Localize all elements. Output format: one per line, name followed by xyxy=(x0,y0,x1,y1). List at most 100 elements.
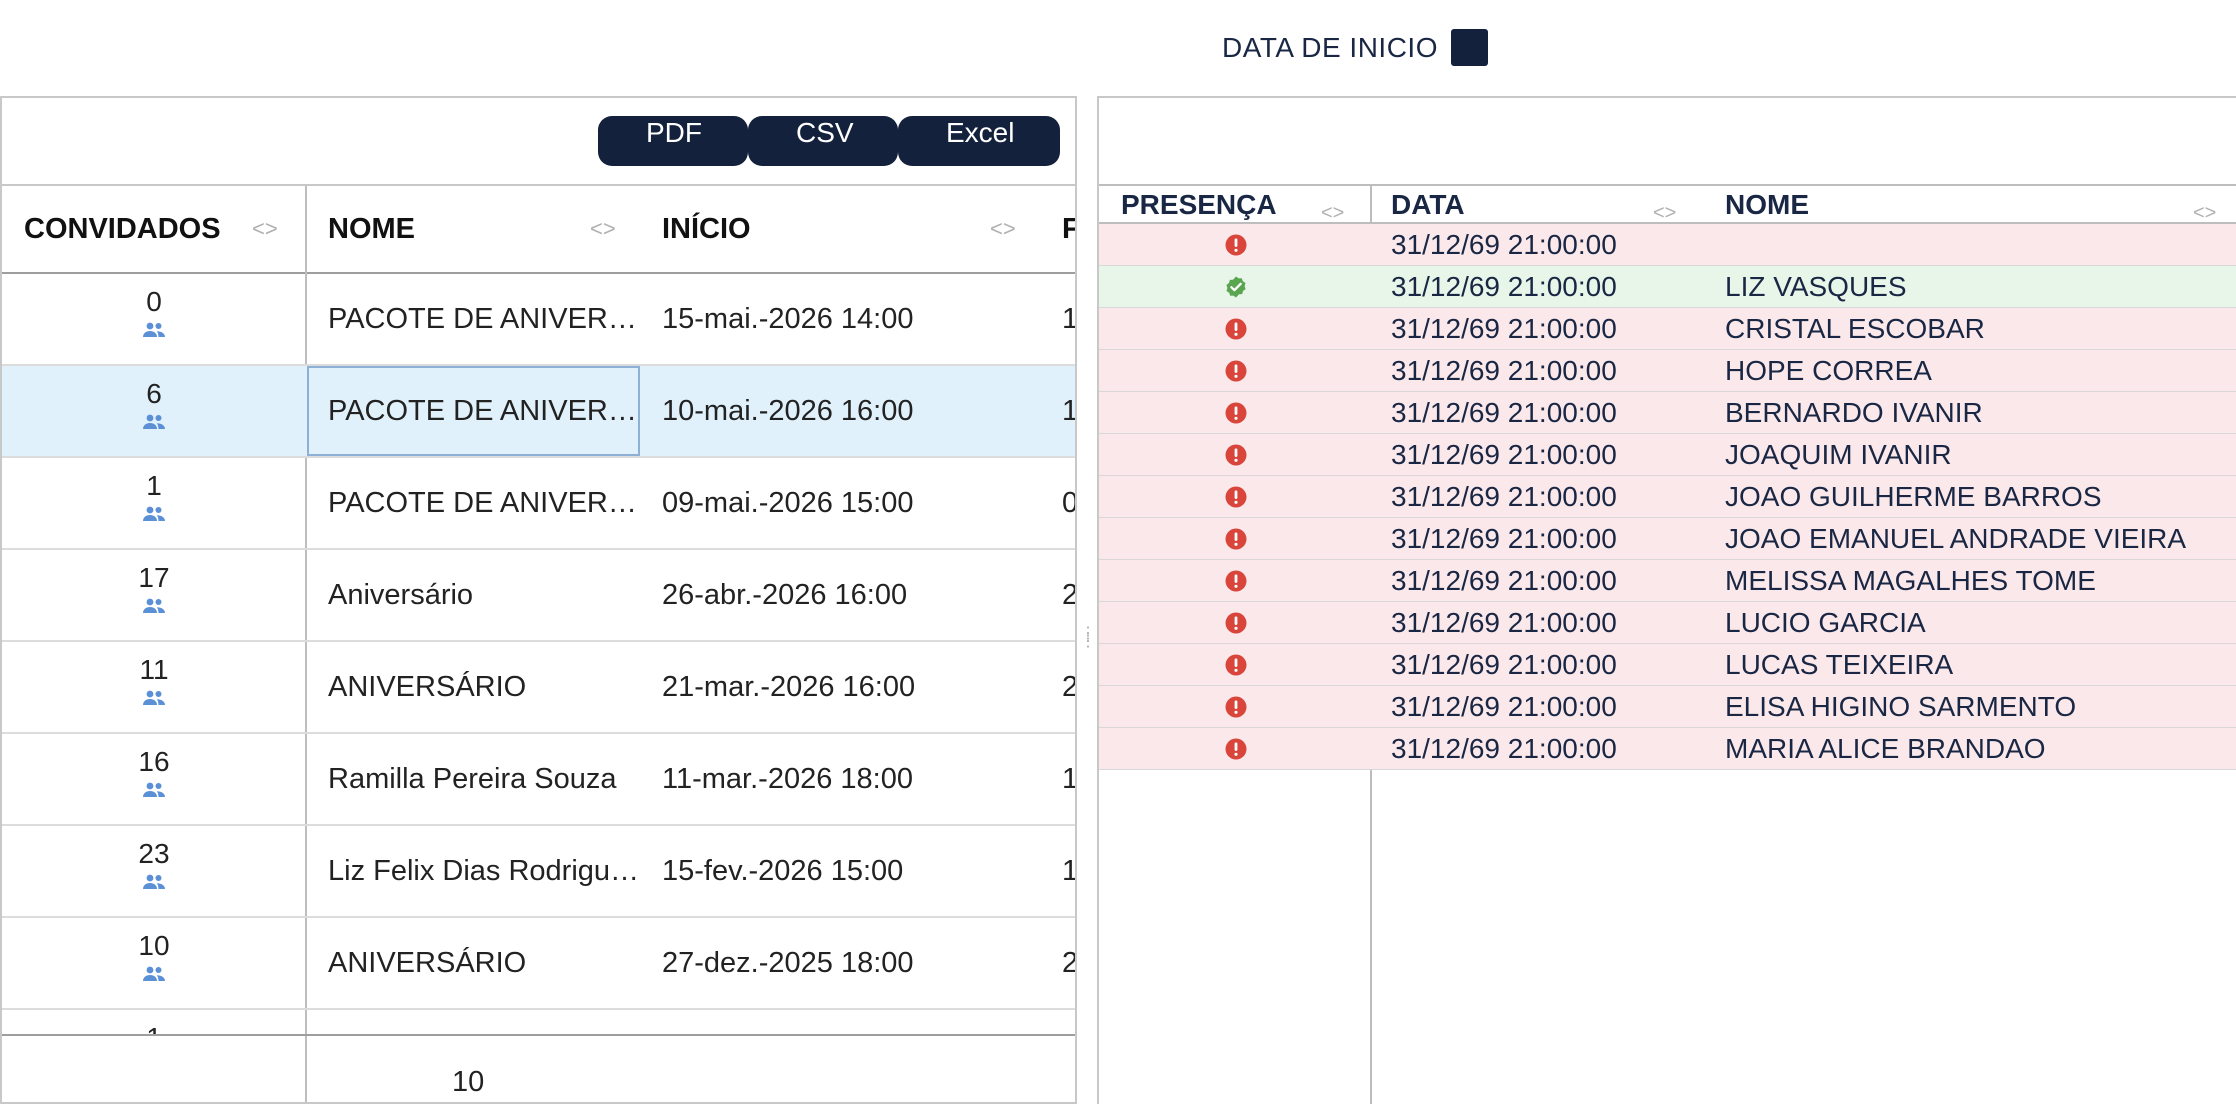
guest-name-cell[interactable]: LUCIO GARCIA xyxy=(1703,602,2236,643)
guest-count-cell[interactable]: 10 xyxy=(2,918,306,1010)
attendance-date-cell[interactable]: 31/12/69 21:00:00 xyxy=(1369,392,1703,433)
table-row[interactable]: 16 Ramilla Pereira Souza 11-mar.-2026 18:0… xyxy=(2,734,1075,826)
guest-name-cell[interactable]: ELISA HIGINO SARMENTO xyxy=(1703,686,2236,727)
guest-count-cell[interactable]: 0 xyxy=(2,274,306,366)
event-start-cell[interactable]: 15-fev.-2026 15:00 xyxy=(640,826,1060,916)
attendance-row[interactable]: 31/12/69 21:00:00 JOAQUIM IVANIR xyxy=(1099,434,2236,476)
event-end-cell[interactable]: 1 xyxy=(1060,826,1075,916)
attendance-date-cell[interactable]: 31/12/69 21:00:00 xyxy=(1369,560,1703,601)
table-row[interactable]: 17 Aniversário 26-abr.-2026 16:00 2 xyxy=(2,550,1075,642)
guest-name-cell[interactable]: MARIA ALICE BRANDAO xyxy=(1703,728,2236,769)
event-name-cell[interactable]: PACOTE DE ANIVERSÁRIO xyxy=(306,458,640,548)
table-row[interactable]: 0 PACOTE DE ANIVERSÁRIO15-mai.-2026 14:00… xyxy=(2,274,1075,366)
guest-count-cell[interactable]: 16 xyxy=(2,734,306,826)
table-row[interactable]: 10 ANIVERSÁRIO 27-dez.-2025 18:00 2 xyxy=(2,918,1075,1010)
attendance-row[interactable]: 31/12/69 21:00:00 LIZ VASQUES xyxy=(1099,266,2236,308)
event-name-cell[interactable]: Aniversário xyxy=(306,550,640,640)
export-pdf-button[interactable]: PDF xyxy=(598,116,748,166)
guest-name-cell[interactable] xyxy=(1703,224,2236,265)
event-start-cell[interactable]: 21-mar.-2026 16:00 xyxy=(640,642,1060,732)
event-name-cell[interactable]: ANIVERSÁRIO xyxy=(306,642,640,732)
event-start-cell[interactable]: 09-mai.-2026 15:00 xyxy=(640,458,1060,548)
guest-count-cell[interactable]: 11 xyxy=(2,642,306,734)
attendance-row[interactable]: 31/12/69 21:00:00 ELISA HIGINO SARMENTO xyxy=(1099,686,2236,728)
event-end-cell[interactable]: 1 xyxy=(1060,274,1075,364)
event-start-cell[interactable]: 15-mai.-2026 14:00 xyxy=(640,274,1060,364)
event-name-cell[interactable]: PACOTE DE ANIVERSÁRIO xyxy=(306,274,640,364)
attendance-date-cell[interactable]: 31/12/69 21:00:00 xyxy=(1369,266,1703,307)
event-name-cell[interactable]: Ramilla Pereira Souza xyxy=(306,734,640,824)
alert-circle-icon xyxy=(1099,602,1369,643)
guest-count: 1 xyxy=(146,470,162,501)
column-header-presenca[interactable]: PRESENÇA <> xyxy=(1099,186,1369,224)
event-end-cell[interactable]: 2 xyxy=(1060,918,1075,1008)
event-name-cell[interactable]: ANIVERSÁRIO xyxy=(306,918,640,1008)
column-resize-icon[interactable]: <> xyxy=(252,186,278,272)
start-date-filter-checkbox[interactable] xyxy=(1451,29,1488,66)
event-name-cell[interactable]: Liz Felix Dias Rodrigues xyxy=(306,826,640,916)
guest-name-cell[interactable]: MELISSA MAGALHES TOME xyxy=(1703,560,2236,601)
alert-circle-icon xyxy=(1099,350,1369,391)
column-header-nome[interactable]: NOME <> xyxy=(1703,186,2236,224)
guest-count: 0 xyxy=(146,286,162,317)
guest-name-cell[interactable]: HOPE CORREA xyxy=(1703,350,2236,391)
export-excel-button[interactable]: Excel xyxy=(898,116,1060,166)
attendance-row[interactable]: 31/12/69 21:00:00 LUCIO GARCIA xyxy=(1099,602,2236,644)
guest-name-cell[interactable]: LIZ VASQUES xyxy=(1703,266,2236,307)
attendance-row[interactable]: 31/12/69 21:00:00 LUCAS TEIXEIRA xyxy=(1099,644,2236,686)
event-end-cell[interactable]: 1 xyxy=(1060,366,1075,456)
attendance-row[interactable]: 31/12/69 21:00:00 xyxy=(1099,224,2236,266)
attendance-date-cell[interactable]: 31/12/69 21:00:00 xyxy=(1369,686,1703,727)
table-row[interactable]: 11 ANIVERSÁRIO 21-mar.-2026 16:00 2 xyxy=(2,642,1075,734)
attendance-date-cell[interactable]: 31/12/69 21:00:00 xyxy=(1369,728,1703,769)
event-end-cell[interactable]: 2 xyxy=(1060,642,1075,732)
guest-count: 10 xyxy=(138,930,170,961)
attendance-date-cell[interactable]: 31/12/69 21:00:00 xyxy=(1369,224,1703,265)
attendance-date-cell[interactable]: 31/12/69 21:00:00 xyxy=(1369,308,1703,349)
attendance-date-cell[interactable]: 31/12/69 21:00:00 xyxy=(1369,518,1703,559)
event-end-cell[interactable]: 2 xyxy=(1060,550,1075,640)
attendance-date-cell[interactable]: 31/12/69 21:00:00 xyxy=(1369,434,1703,475)
panel-splitter-handle[interactable]: ⋮⋮ ⋮⋮ xyxy=(1080,626,1113,658)
attendance-date-cell[interactable]: 31/12/69 21:00:00 xyxy=(1369,644,1703,685)
attendance-date-cell[interactable]: 31/12/69 21:00:00 xyxy=(1369,350,1703,391)
column-resize-icon[interactable]: <> xyxy=(990,186,1016,272)
guest-name-cell[interactable]: CRISTAL ESCOBAR xyxy=(1703,308,2236,349)
event-end-cell[interactable]: 1 xyxy=(1060,734,1075,824)
guest-count-cell[interactable]: 6 xyxy=(2,366,306,458)
event-start-cell[interactable]: 11-mar.-2026 18:00 xyxy=(640,734,1060,824)
attendance-row[interactable]: 31/12/69 21:00:00 JOAO EMANUEL ANDRADE VI… xyxy=(1099,518,2236,560)
attendance-row[interactable]: 31/12/69 21:00:00 CRISTAL ESCOBAR xyxy=(1099,308,2236,350)
guest-count-cell[interactable]: 17 xyxy=(2,550,306,642)
event-start-cell[interactable]: 27-dez.-2025 18:00 xyxy=(640,918,1060,1008)
event-start-cell[interactable]: 10-mai.-2026 16:00 xyxy=(640,366,1060,456)
guest-name-cell[interactable]: JOAQUIM IVANIR xyxy=(1703,434,2236,475)
alert-circle-icon xyxy=(1099,644,1369,685)
table-row[interactable]: 6 PACOTE DE ANIVERSÁRIO10-mai.-2026 16:00… xyxy=(2,366,1075,458)
event-end-cell[interactable]: 0 xyxy=(1060,458,1075,548)
column-header-convidados[interactable]: CONVIDADOS <> xyxy=(2,186,306,272)
attendance-row[interactable]: 31/12/69 21:00:00 HOPE CORREA xyxy=(1099,350,2236,392)
guest-name-cell[interactable]: JOAO GUILHERME BARROS xyxy=(1703,476,2236,517)
attendance-date-cell[interactable]: 31/12/69 21:00:00 xyxy=(1369,476,1703,517)
guest-name-cell[interactable]: JOAO EMANUEL ANDRADE VIEIRA xyxy=(1703,518,2236,559)
attendance-row[interactable]: 31/12/69 21:00:00 MARIA ALICE BRANDAO xyxy=(1099,728,2236,770)
column-header-data[interactable]: DATA <> xyxy=(1369,186,1703,224)
column-header-fim[interactable]: F xyxy=(1060,186,1075,272)
event-start-cell[interactable]: 26-abr.-2026 16:00 xyxy=(640,550,1060,640)
guest-name-cell[interactable]: BERNARDO IVANIR xyxy=(1703,392,2236,433)
attendance-date-cell[interactable]: 31/12/69 21:00:00 xyxy=(1369,602,1703,643)
attendance-row[interactable]: 31/12/69 21:00:00 JOAO GUILHERME BARROS xyxy=(1099,476,2236,518)
attendance-row[interactable]: 31/12/69 21:00:00 MELISSA MAGALHES TOME xyxy=(1099,560,2236,602)
event-name-cell[interactable]: PACOTE DE ANIVERSÁRIO xyxy=(306,366,640,456)
table-row[interactable]: 23 Liz Felix Dias Rodrigues 15-fev.-2026 1… xyxy=(2,826,1075,918)
column-header-nome[interactable]: NOME <> xyxy=(306,186,640,272)
guest-count-cell[interactable]: 23 xyxy=(2,826,306,918)
guest-count-cell[interactable]: 1 xyxy=(2,458,306,550)
attendance-row[interactable]: 31/12/69 21:00:00 BERNARDO IVANIR xyxy=(1099,392,2236,434)
guest-name-cell[interactable]: LUCAS TEIXEIRA xyxy=(1703,644,2236,685)
table-row[interactable]: 1 PACOTE DE ANIVERSÁRIO09-mai.-2026 15:00… xyxy=(2,458,1075,550)
export-csv-button[interactable]: CSV xyxy=(748,116,898,166)
column-resize-icon[interactable]: <> xyxy=(590,186,616,272)
column-header-inicio[interactable]: INÍCIO <> xyxy=(640,186,1060,272)
